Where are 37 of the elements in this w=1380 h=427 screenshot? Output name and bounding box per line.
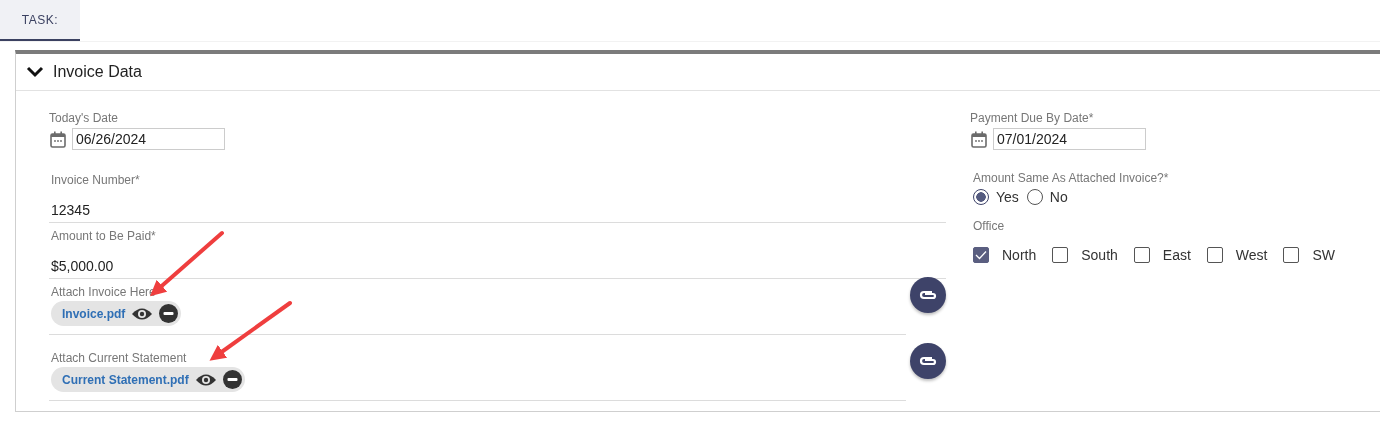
option-label: East	[1162, 247, 1191, 263]
field-label: Office	[973, 219, 1006, 233]
chevron-icon[interactable]	[26, 66, 44, 78]
field-label: Amount Same As Attached Invoice?*	[973, 171, 1170, 185]
option-label: South	[1081, 247, 1118, 263]
field-label: Today's Date	[49, 111, 119, 125]
option-label: West	[1235, 247, 1268, 263]
section-title: Invoice Data	[53, 63, 142, 81]
calendar-icon[interactable]	[50, 130, 66, 148]
eye-icon[interactable]	[194, 372, 217, 387]
checkbox[interactable]	[1283, 247, 1300, 263]
remove-icon[interactable]	[222, 370, 242, 389]
checkbox[interactable]	[1133, 247, 1150, 263]
date-field[interactable]: 07/01/2024	[993, 128, 1146, 150]
paperclip-icon	[918, 355, 939, 367]
attach-button[interactable]	[910, 277, 946, 313]
field-label: Amount to Be Paid*	[51, 229, 157, 243]
field-label: Attach Current Statement	[51, 351, 188, 365]
paperclip-icon	[918, 289, 939, 301]
checkbox[interactable]	[973, 247, 989, 263]
checkbox[interactable]	[1206, 247, 1223, 263]
date-field[interactable]: 06/26/2024	[72, 128, 225, 150]
field-label: Invoice Number*	[51, 173, 141, 187]
file-link[interactable]: Current Statement.pdf	[62, 372, 189, 387]
task-tab[interactable]: TASK:	[0, 0, 80, 41]
option-label: North	[1002, 247, 1037, 263]
remove-icon[interactable]	[159, 304, 179, 323]
calendar-icon[interactable]	[971, 130, 987, 148]
eye-icon[interactable]	[131, 306, 154, 321]
checkbox[interactable]	[1052, 247, 1069, 263]
option-label: SW	[1312, 247, 1336, 263]
file-link[interactable]: Invoice.pdf	[62, 306, 126, 321]
field-label: Payment Due By Date*	[970, 111, 1095, 125]
option-label: Yes	[996, 189, 1019, 205]
option-label: No	[1049, 189, 1068, 205]
attach-button[interactable]	[910, 343, 946, 379]
radio-button[interactable]	[973, 189, 989, 205]
